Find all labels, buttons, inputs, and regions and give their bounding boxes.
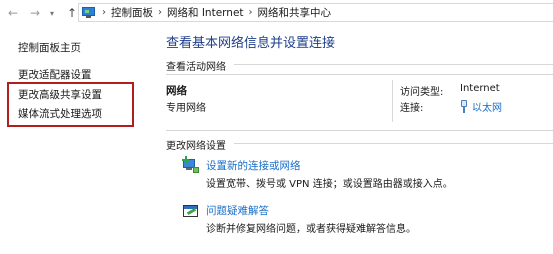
change-network-settings-heading: 更改网络设置 [166,141,226,152]
highlight-box [7,82,134,127]
chevron-down-icon[interactable]: ▾ [45,4,59,22]
breadcrumb-item-control-panel[interactable]: 控制面板 [111,5,153,20]
network-name: 网络 [166,85,187,97]
setup-connection-description: 设置宽带、拨号或 VPN 连接；或设置路由器或接入点。 [206,179,453,190]
active-networks-heading: 查看活动网络 [166,62,226,73]
chevron-right-icon[interactable]: › [158,7,162,18]
troubleshoot-icon [182,203,200,221]
sidebar-item-control-panel-home[interactable]: 控制面板主页 [18,40,81,55]
divider [234,64,553,65]
divider [234,143,553,144]
connections-label: 连接: [400,103,424,114]
chevron-right-icon[interactable]: › [249,7,253,18]
chevron-right-icon[interactable]: › [102,7,106,18]
troubleshoot-description: 诊断并修复网络问题，或者获得疑难解答信息。 [206,224,416,235]
ethernet-connection-link[interactable]: 以太网 [460,99,502,114]
divider [166,130,553,131]
sidebar: 控制面板主页 更改适配器设置 更改高级共享设置 媒体流式处理选项 [0,26,148,254]
ethernet-plug-icon [460,100,468,113]
access-type-label: 访问类型: [400,87,444,98]
address-bar: ← → ▾ ↑ › 控制面板 › 网络和 Internet › 网络和共享中心 [0,0,553,26]
control-panel-icon [81,6,97,20]
breadcrumb-item-sharing-center[interactable]: 网络和共享中心 [258,5,332,20]
network-sharing-center-window: ← → ▾ ↑ › 控制面板 › 网络和 Internet › 网络和共享中心 … [0,0,553,254]
main-content: 查看基本网络信息并设置连接 查看活动网络 网络 专用网络 访问类型: Inter… [148,26,553,254]
network-setup-icon [182,156,200,174]
arrow-left-icon[interactable]: ← [6,4,20,22]
arrow-up-icon[interactable]: ↑ [65,4,79,22]
breadcrumb[interactable]: › 控制面板 › 网络和 Internet › 网络和共享中心 [78,3,553,22]
network-type: 专用网络 [166,103,206,114]
page-title: 查看基本网络信息并设置连接 [166,36,336,51]
troubleshoot-link[interactable]: 问题疑难解答 [206,203,269,218]
divider [392,80,393,122]
access-type-value: Internet [460,83,500,94]
setup-connection-link[interactable]: 设置新的连接或网络 [206,158,301,173]
divider [166,74,553,75]
sidebar-item-change-adapter-settings[interactable]: 更改适配器设置 [18,67,92,82]
arrow-right-icon[interactable]: → [28,4,42,22]
connection-name: 以太网 [472,103,502,114]
breadcrumb-item-network-internet[interactable]: 网络和 Internet [167,5,244,20]
